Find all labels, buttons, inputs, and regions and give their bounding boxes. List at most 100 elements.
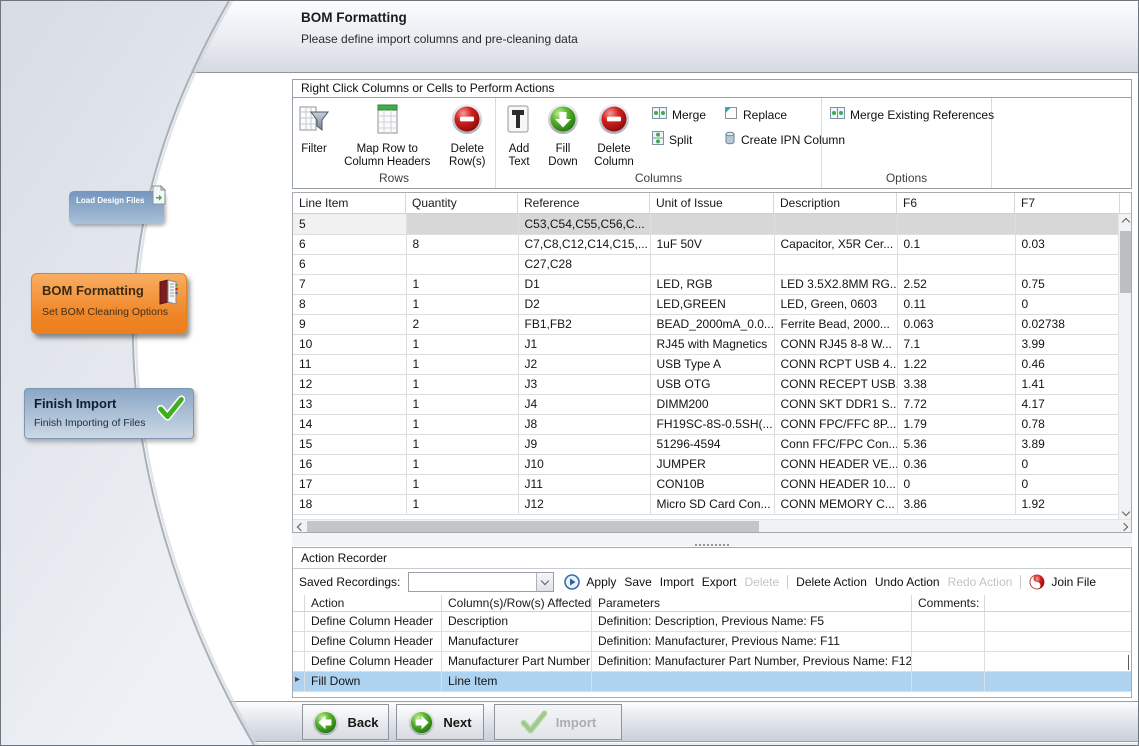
column-header[interactable]: Unit of Issue xyxy=(650,193,774,214)
grid-cell[interactable]: JUMPER xyxy=(650,454,774,474)
grid-cell[interactable]: 1.92 xyxy=(1015,494,1118,514)
redo-action-button[interactable]: Redo Action xyxy=(948,575,1013,589)
save-button[interactable]: Save xyxy=(624,575,651,589)
grid-cell[interactable]: 1 xyxy=(406,414,518,434)
grid-cell[interactable]: J10 xyxy=(518,454,650,474)
grid-cell[interactable]: 1 xyxy=(406,434,518,454)
grid-cell[interactable]: 18 xyxy=(293,494,406,514)
apply-button[interactable]: Apply xyxy=(586,575,616,589)
grid-cell[interactable]: CONN HEADER VE... xyxy=(774,454,897,474)
undo-action-button[interactable]: Undo Action xyxy=(875,575,940,589)
grid-cell[interactable]: 1 xyxy=(406,394,518,414)
grid-cell[interactable] xyxy=(897,254,1015,274)
map-row-to-column-headers-button[interactable]: Map Row to Column Headers xyxy=(336,103,439,169)
action-column-header[interactable]: Parameters xyxy=(592,595,912,612)
action-row[interactable]: ▸Fill DownLine Item xyxy=(293,672,1131,692)
action-column-header[interactable]: Action xyxy=(305,595,442,612)
grid-cell[interactable]: 6 xyxy=(293,234,406,254)
grid-cell[interactable]: 0.063 xyxy=(897,314,1015,334)
table-row[interactable]: 181J12Micro SD Card Con...CONN MEMORY C.… xyxy=(293,494,1118,514)
table-row[interactable]: 121J3USB OTGCONN RECEPT USB...3.381.41 xyxy=(293,374,1118,394)
action-cell[interactable] xyxy=(912,632,985,652)
table-row[interactable]: 5C53,C54,C55,C56,C... xyxy=(293,214,1118,234)
column-header[interactable]: Description xyxy=(774,193,897,214)
grid-cell[interactable]: J4 xyxy=(518,394,650,414)
row-marker[interactable]: ▸ xyxy=(293,672,305,692)
grid-cell[interactable]: 11 xyxy=(293,354,406,374)
horizontal-scrollbar[interactable] xyxy=(293,519,1131,532)
table-row[interactable]: 141J8FH19SC-8S-0.5SH(...CONN FPC/FFC 8P.… xyxy=(293,414,1118,434)
grid-cell[interactable]: 1 xyxy=(406,494,518,514)
grid-cell[interactable]: 0.11 xyxy=(897,294,1015,314)
action-scroll-down-arrow[interactable] xyxy=(1128,655,1129,669)
grid-cell[interactable]: LED, Green, 0603 xyxy=(774,294,897,314)
delete-button[interactable]: Delete xyxy=(744,575,779,589)
grid-cell[interactable]: 17 xyxy=(293,474,406,494)
grid-cell[interactable]: J11 xyxy=(518,474,650,494)
table-row[interactable]: 71D1LED, RGBLED 3.5X2.8MM RG...2.520.75 xyxy=(293,274,1118,294)
scroll-left-arrow[interactable] xyxy=(293,520,306,533)
grid-cell[interactable]: 16 xyxy=(293,454,406,474)
action-row[interactable]: Define Column HeaderManufacturer Part Nu… xyxy=(293,652,1131,672)
grid-cell[interactable]: 0.02738 xyxy=(1015,314,1118,334)
fill-down-button[interactable]: Fill Down xyxy=(543,103,583,169)
grid-cell[interactable]: 2.52 xyxy=(897,274,1015,294)
step-card-bom-formatting[interactable]: BOM Formatting Set BOM Cleaning Options xyxy=(31,273,187,334)
scroll-down-arrow[interactable] xyxy=(1119,506,1132,519)
grid-cell[interactable]: CONN SKT DDR1 S... xyxy=(774,394,897,414)
saved-recordings-select[interactable] xyxy=(408,572,554,592)
grid-cell[interactable]: 1 xyxy=(406,374,518,394)
grid-cell[interactable]: 3.38 xyxy=(897,374,1015,394)
action-cell[interactable] xyxy=(985,672,1131,692)
table-row[interactable]: 92FB1,FB2BEAD_2000mA_0.0...Ferrite Bead,… xyxy=(293,314,1118,334)
step-card-finish-import[interactable]: Finish Import Finish Importing of Files xyxy=(24,388,194,439)
step-card-load-design-files[interactable]: Load Design Files xyxy=(69,191,164,224)
grid-cell[interactable] xyxy=(774,214,897,234)
next-button[interactable]: Next xyxy=(396,704,484,740)
grid-cell[interactable]: J2 xyxy=(518,354,650,374)
action-cell[interactable]: Definition: Manufacturer, Previous Name:… xyxy=(592,632,912,652)
action-cell[interactable] xyxy=(912,672,985,692)
grid-cell[interactable]: 4.17 xyxy=(1015,394,1118,414)
grid-cell[interactable]: 2 xyxy=(406,314,518,334)
grid-cell[interactable]: CON10B xyxy=(650,474,774,494)
grid-cell[interactable]: Micro SD Card Con... xyxy=(650,494,774,514)
grid-cell[interactable]: 3.86 xyxy=(897,494,1015,514)
action-cell[interactable] xyxy=(985,632,1131,652)
table-row[interactable]: 171J11CON10BCONN HEADER 10...00 xyxy=(293,474,1118,494)
scroll-up-arrow[interactable] xyxy=(1119,214,1132,227)
grid-cell[interactable]: 51296-4594 xyxy=(650,434,774,454)
grid-cell[interactable]: LED,GREEN xyxy=(650,294,774,314)
grid-cell[interactable]: Capacitor, X5R Cer... xyxy=(774,234,897,254)
vertical-scroll-thumb[interactable] xyxy=(1120,231,1131,293)
grid-cell[interactable]: 0 xyxy=(1015,474,1118,494)
grid-cell[interactable]: 8 xyxy=(293,294,406,314)
grid-cell[interactable]: USB Type A xyxy=(650,354,774,374)
grid-cell[interactable]: 1 xyxy=(406,274,518,294)
grid-cell[interactable]: 0.1 xyxy=(897,234,1015,254)
grid-cell[interactable]: J3 xyxy=(518,374,650,394)
grid-cell[interactable]: 12 xyxy=(293,374,406,394)
grid-cell[interactable]: 3.99 xyxy=(1015,334,1118,354)
grid-cell[interactable]: CONN RJ45 8-8 W... xyxy=(774,334,897,354)
panel-splitter[interactable] xyxy=(292,533,1132,546)
grid-cell[interactable]: 0.78 xyxy=(1015,414,1118,434)
grid-cell[interactable]: C53,C54,C55,C56,C... xyxy=(518,214,650,234)
back-button[interactable]: Back xyxy=(302,704,389,740)
action-cell[interactable]: Description xyxy=(442,612,592,632)
grid-cell[interactable]: 1 xyxy=(406,454,518,474)
row-marker[interactable] xyxy=(293,612,305,632)
column-header[interactable]: F7 xyxy=(1015,193,1120,214)
grid-cell[interactable]: 15 xyxy=(293,434,406,454)
grid-cell[interactable]: 7.1 xyxy=(897,334,1015,354)
delete-rows-button[interactable]: Delete Row(s) xyxy=(445,103,490,169)
grid-cell[interactable]: 1 xyxy=(406,294,518,314)
grid-cell[interactable]: 1 xyxy=(406,474,518,494)
split-button[interactable]: Split xyxy=(652,132,718,147)
column-header[interactable]: F6 xyxy=(897,193,1015,214)
grid-cell[interactable]: FH19SC-8S-0.5SH(... xyxy=(650,414,774,434)
grid-cell[interactable]: 8 xyxy=(406,234,518,254)
grid-cell[interactable]: J12 xyxy=(518,494,650,514)
table-row[interactable]: 81D2LED,GREENLED, Green, 06030.110 xyxy=(293,294,1118,314)
merge-button[interactable]: Merge xyxy=(652,107,718,122)
